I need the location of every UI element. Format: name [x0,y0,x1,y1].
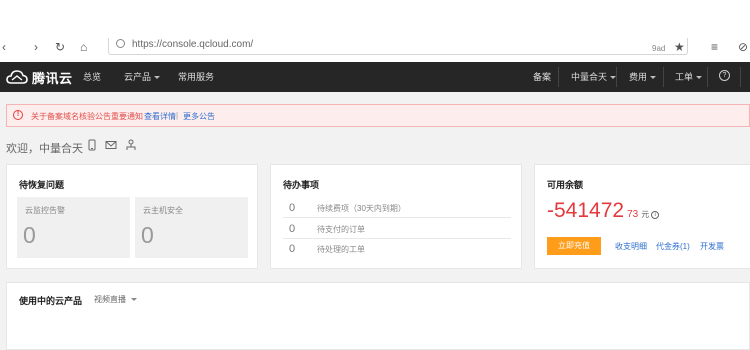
tile-label: 云监控告警 [25,206,65,215]
todo-label: 待处理的工单 [317,245,365,254]
browser-toolbar: ‹ › ↻ ⌂ https://console.qcloud.com/ 9ad … [0,38,750,62]
nav-tickets[interactable]: 工单 [675,71,703,83]
products-in-use-panel: 使用中的云产品 视频直播 [6,282,750,350]
chevron-down-icon [131,298,137,301]
row-divider [283,217,511,218]
todo-row[interactable]: 0 待续费项（30天内到期） [283,199,511,217]
nav-billing-label: 费用 [629,72,648,82]
nav-account-label: 中量合天 [571,72,608,82]
todo-count: 0 [289,202,296,214]
tile-count: 0 [141,222,154,248]
invoice-link[interactable]: 开发票 [700,241,724,252]
monitor-alerts-tile[interactable]: 云监控告警 0 [17,197,130,258]
balance-unit: 元 [641,210,650,219]
address-hint: 9ad [652,44,666,53]
nav-tickets-label: 工单 [675,72,694,82]
voucher-link[interactable]: 代金券(1) [656,241,690,252]
todo-card: 待办事项 0 待续费项（30天内到期） 0 待支付的订单 0 待处理的工单 [270,164,522,269]
mail-icon[interactable] [105,139,117,151]
todo-label: 待续费项（30天内到期） [317,204,406,213]
brand-logo[interactable]: 腾讯云 [6,68,73,86]
panel-title: 使用中的云产品 [19,296,83,306]
mobile-icon[interactable] [86,139,98,151]
cloud-logo-icon [6,70,28,84]
todo-row[interactable]: 0 待支付的订单 [283,220,511,238]
todo-row[interactable]: 0 待处理的工单 [283,240,511,258]
nav-filing[interactable]: 备案 [533,71,551,83]
balance-card: 可用余额 -541472 73 元 i 立即充值 收支明细 代金券(1) 开发票 [534,164,750,269]
back-icon[interactable]: ‹ [2,40,6,54]
announcement-separator: | [176,111,179,120]
product-filter-select[interactable]: 视频直播 [94,294,137,305]
card-title: 待恢复问题 [19,180,65,190]
chevron-down-icon [154,76,161,79]
extension-icon[interactable]: ⊘ [738,40,748,54]
card-title: 待办事项 [283,180,320,190]
recharge-button[interactable]: 立即充值 [547,237,601,255]
todo-label: 待支付的订单 [317,225,365,234]
product-filter-value: 视频直播 [94,295,126,304]
announcement-bar: ! 关于备案域名核验公告重要通知 查看详情 | 更多公告 [6,104,750,127]
nav-services[interactable]: 常用服务 [178,71,214,83]
nav-billing[interactable]: 费用 [629,71,657,83]
host-security-tile[interactable]: 云主机安全 0 [135,197,248,258]
nav-divider [616,67,617,87]
pending-recovery-card: 待恢复问题 云监控告警 0 云主机安全 0 [6,164,258,269]
announcement-detail-link[interactable]: 查看详情 [144,111,176,122]
tile-label: 云主机安全 [143,206,183,215]
billing-detail-link[interactable]: 收支明细 [615,241,647,252]
chevron-down-icon [650,76,657,79]
chevron-down-icon [696,76,703,79]
welcome-text: 欢迎，中量合天 [6,143,83,155]
forward-icon[interactable]: › [34,40,38,54]
card-title: 可用余额 [547,180,584,190]
nav-divider [707,67,708,87]
help-icon[interactable]: ? [719,70,730,81]
nav-divider [663,67,664,87]
announcement-text: 关于备案域名核验公告重要通知 [31,112,143,121]
alert-icon: ! [13,110,23,120]
more-announcements-link[interactable]: 更多公告 [183,111,215,122]
nav-divider [740,67,741,87]
nav-products[interactable]: 云产品 [124,71,161,83]
row-divider [283,238,511,239]
balance-decimal: 73 [627,209,639,220]
bookmark-star-icon[interactable]: ★ [674,40,685,54]
tile-count: 0 [23,222,36,248]
nav-account[interactable]: 中量合天 [571,71,617,83]
balance-integer: -541472 [547,199,625,222]
home-icon[interactable]: ⌂ [80,40,87,54]
nav-products-label: 云产品 [124,72,152,82]
refresh-icon[interactable]: ↻ [55,40,65,54]
org-icon[interactable] [125,139,137,151]
top-navigation: 腾讯云 总览 云产品 常用服务 备案 中量合天 费用 工单 ? [0,62,750,92]
reading-list-icon[interactable]: ≡ [711,40,718,54]
todo-count: 0 [289,243,296,255]
site-info-icon[interactable] [116,39,125,48]
console-content: ! 关于备案域名核验公告重要通知 查看详情 | 更多公告 欢迎，中量合天 待恢复… [0,92,750,350]
info-icon[interactable]: i [651,211,660,219]
address-text[interactable]: https://console.qcloud.com/ [132,39,253,50]
nav-overview[interactable]: 总览 [83,71,101,83]
todo-count: 0 [289,223,296,235]
nav-divider [558,67,559,87]
brand-name: 腾讯云 [32,70,73,86]
balance-amount: -541472 73 元 i [547,199,660,227]
